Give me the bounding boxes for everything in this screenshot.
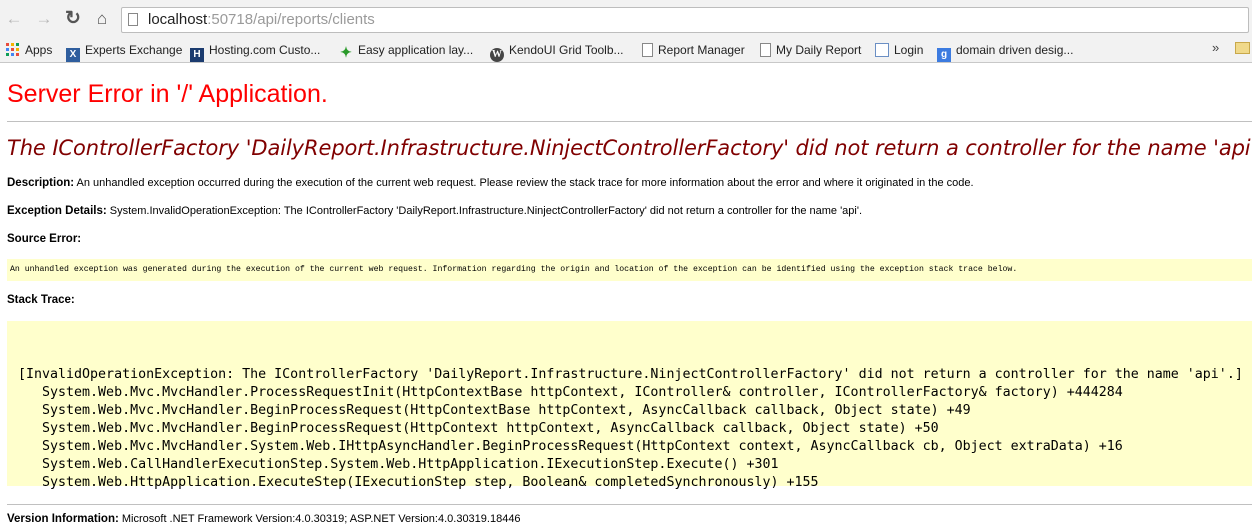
browser-toolbar: ← → ↻ ⌂ localhost:50718/api/reports/clie…: [0, 0, 1252, 38]
page-title: Server Error in '/' Application.: [7, 80, 328, 108]
description-text: An unhandled exception occurred during t…: [74, 177, 974, 189]
source-error-text: An unhandled exception was generated dur…: [10, 265, 1018, 274]
bookmark-login[interactable]: Login: [875, 41, 923, 59]
bookmark-report-manager[interactable]: Report Manager: [642, 41, 745, 59]
reload-icon[interactable]: ↻: [63, 9, 83, 29]
login-page-icon: [875, 43, 889, 57]
bookmark-kendoui[interactable]: W KendoUI Grid Toolb...: [490, 41, 624, 62]
bookmark-apps[interactable]: Apps: [6, 41, 52, 59]
url-text[interactable]: localhost:50718/api/reports/clients: [148, 11, 375, 28]
more-bookmarks-chevron-icon[interactable]: »: [1212, 40, 1219, 55]
error-heading: The IControllerFactory 'DailyReport.Infr…: [7, 136, 1252, 160]
stack-line: [InvalidOperationException: The IControl…: [18, 367, 1243, 382]
wordpress-icon: W: [490, 48, 504, 62]
stack-trace-heading: Stack Trace:: [7, 294, 75, 306]
stack-line: System.Web.Mvc.MvcHandler.BeginProcessRe…: [18, 421, 939, 436]
title-divider: [7, 121, 1252, 122]
stack-line: System.Web.Mvc.MvcHandler.ProcessRequest…: [18, 385, 1123, 400]
source-error-heading: Source Error:: [7, 233, 82, 245]
bookmark-my-daily-report[interactable]: My Daily Report: [760, 41, 861, 59]
description-line: Description: An unhandled exception occu…: [7, 177, 974, 189]
experts-exchange-icon: X: [66, 48, 80, 62]
page-icon: [128, 13, 138, 26]
back-arrow-icon[interactable]: ←: [4, 9, 24, 29]
bookmark-easy-app[interactable]: ✦ Easy application lay...: [339, 41, 473, 59]
version-label: Version Information:: [7, 513, 119, 525]
address-bar[interactable]: localhost:50718/api/reports/clients: [121, 7, 1249, 33]
apps-grid-icon: [6, 43, 20, 57]
stack-trace-box: [InvalidOperationException: The IControl…: [7, 321, 1252, 490]
exception-text: System.InvalidOperationException: The IC…: [106, 205, 863, 217]
document-icon: [642, 43, 653, 57]
stack-line: System.Web.Mvc.MvcHandler.BeginProcessRe…: [18, 403, 971, 418]
hosting-icon: H: [190, 48, 204, 62]
footer-divider: [7, 504, 1252, 505]
google-icon: g: [937, 48, 951, 62]
source-error-box: An unhandled exception was generated dur…: [7, 259, 1252, 281]
version-information-line: Version Information: Microsoft .NET Fram…: [7, 513, 521, 525]
easy-app-icon: ✦: [340, 44, 352, 60]
bookmark-hosting[interactable]: H Hosting.com Custo...: [190, 41, 320, 62]
stack-line: System.Web.CallHandlerExecutionStep.Syst…: [18, 457, 779, 472]
version-text: Microsoft .NET Framework Version:4.0.303…: [118, 513, 521, 525]
bookmark-experts-exchange[interactable]: X Experts Exchange: [66, 41, 182, 62]
other-bookmarks-folder-icon[interactable]: [1235, 42, 1250, 54]
forward-arrow-icon[interactable]: →: [34, 9, 54, 29]
stack-line: System.Web.HttpApplication.ExecuteStep(I…: [18, 475, 819, 490]
bookmark-domain-driven[interactable]: g domain driven desig...: [937, 41, 1073, 62]
exception-details-line: Exception Details: System.InvalidOperati…: [7, 205, 862, 217]
description-label: Description:: [7, 177, 75, 189]
stack-line: System.Web.Mvc.MvcHandler.System.Web.IHt…: [18, 439, 1123, 454]
document-icon: [760, 43, 771, 57]
stack-trace-text: [InvalidOperationException: The IControl…: [18, 348, 1243, 492]
bookmarks-bar: Apps X Experts Exchange H Hosting.com Cust…: [0, 38, 1252, 63]
exception-label: Exception Details:: [7, 205, 107, 217]
home-icon[interactable]: ⌂: [92, 9, 112, 29]
